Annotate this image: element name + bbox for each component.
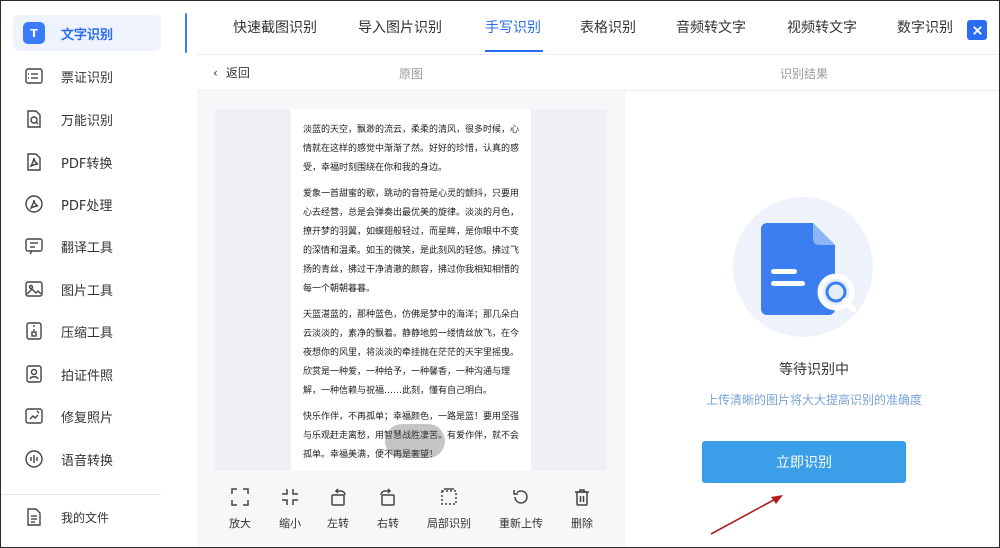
back-label: 返回 (225, 66, 250, 80)
reupload-button[interactable]: 重新上传 (499, 487, 543, 531)
tool-label: 左转 (327, 517, 349, 530)
sidebar-item-voice[interactable]: 语音转换 (13, 441, 161, 477)
sidebar-item-pdf-process[interactable]: PDF处理 (13, 186, 161, 222)
tool-label: 放大 (229, 517, 251, 530)
photo-repair-icon (23, 405, 45, 427)
sidebar-item-text-recognition[interactable]: T 文字识别 (13, 15, 161, 51)
original-image-label: 原图 (399, 67, 424, 81)
sidebar-scrollbar[interactable] (185, 13, 187, 53)
document-paragraph: 爱象一首甜蜜的歌，跳动的音符是心灵的颤抖，只要用心去经营，总是会弹奏出最优美的旋… (303, 189, 520, 294)
empty-state-illustration (733, 197, 873, 337)
chevron-left-icon: ‹ (213, 65, 218, 80)
tab-audio-to-text[interactable]: 音频转文字 (676, 17, 746, 37)
sidebar-item-id-photo[interactable]: 拍证件照 (13, 356, 161, 392)
translate-icon (23, 235, 45, 257)
tool-label: 重新上传 (499, 517, 543, 530)
sidebar-item-label: 拍证件照 (61, 368, 114, 384)
sidebar-item-pdf-convert[interactable]: PDF转换 (13, 144, 161, 180)
sidebar-item-photo-repair[interactable]: 修复照片 (13, 398, 161, 434)
zoom-out-icon (282, 489, 298, 505)
sidebar-item-label: 票证识别 (61, 70, 114, 86)
sidebar-item-my-files[interactable]: 我的文件 (13, 499, 161, 535)
sidebar-item-label: 图片工具 (61, 283, 114, 299)
text-recognition-icon: T (23, 22, 45, 44)
delete-icon (575, 489, 589, 506)
sidebar-item-translate[interactable]: 翻译工具 (13, 228, 161, 264)
sidebar-item-label: 压缩工具 (61, 325, 114, 341)
back-button[interactable]: ‹ 返回 (213, 64, 250, 81)
top-tab-bar: 快速截图识别 导入图片识别 手写识别 表格识别 音频转文字 视频转文字 数字识别 (197, 1, 999, 55)
annotation-arrow (710, 495, 783, 535)
sidebar-item-compress[interactable]: 压缩工具 (13, 313, 161, 349)
loading-overlay (385, 424, 445, 458)
delete-button[interactable]: 删除 (571, 487, 593, 531)
document-image: 淡蓝的天空，飘渺的流云，柔柔的清风，很多时候，心情就在这样的感觉中渐渐了然。好好… (291, 109, 531, 471)
zoom-out-button[interactable]: 缩小 (279, 487, 301, 531)
document-paragraph: 天蓝湛蓝的，那种蓝色，仿佛是梦中的海洋；那几朵白云淡淡的，素净的飘着。静静地剪一… (303, 310, 520, 396)
sidebar-divider (1, 494, 161, 495)
close-button[interactable] (967, 20, 987, 40)
rotate-left-icon (331, 488, 346, 506)
sidebar-item-label: PDF转换 (61, 156, 113, 172)
tab-digit[interactable]: 数字识别 (897, 17, 955, 37)
app-window: T 文字识别 票证识别 万能识别 PDF转换 PDF处理 翻译工具 图片工具 压… (0, 0, 1000, 548)
compress-icon (23, 320, 45, 342)
sidebar-item-universal[interactable]: 万能识别 (13, 101, 161, 137)
recognize-now-button[interactable]: 立即识别 (702, 441, 906, 483)
sidebar-item-label: PDF处理 (61, 198, 113, 214)
tool-label: 局部识别 (427, 517, 471, 530)
rotate-left-button[interactable]: 左转 (327, 487, 349, 531)
id-photo-icon (23, 363, 45, 385)
sidebar-item-image-tool[interactable]: 图片工具 (13, 271, 161, 307)
tab-video-to-text[interactable]: 视频转文字 (787, 17, 857, 37)
status-hint: 上传清晰的图片将大大提高识别的准确度 (705, 393, 922, 407)
ticket-icon (23, 65, 45, 87)
zoom-in-icon (231, 488, 249, 506)
tab-table[interactable]: 表格识别 (580, 17, 636, 37)
active-tab-indicator (485, 50, 543, 52)
partial-recognize-button[interactable]: 局部识别 (427, 487, 471, 531)
tool-label: 右转 (377, 517, 399, 530)
result-label: 识别结果 (780, 67, 829, 81)
reupload-icon (513, 490, 528, 504)
sidebar-item-label: 文字识别 (61, 27, 114, 43)
sidebar-item-ticket[interactable]: 票证识别 (13, 58, 161, 94)
sidebar-item-label: 万能识别 (61, 113, 114, 129)
tab-quick-screenshot[interactable]: 快速截图识别 (233, 17, 317, 37)
tool-label: 缩小 (279, 517, 301, 530)
close-icon (972, 25, 982, 35)
image-toolbar: 放大 缩小 左转 右转 局部识别 重新上传 删除 (215, 487, 607, 535)
sidebar-item-label: 修复照片 (61, 410, 114, 426)
voice-convert-icon (23, 448, 45, 470)
universal-scan-icon (23, 108, 45, 130)
sidebar-item-label: 翻译工具 (61, 240, 114, 256)
rotate-right-button[interactable]: 右转 (377, 487, 399, 531)
tab-import-image[interactable]: 导入图片识别 (358, 17, 442, 37)
tab-handwriting[interactable]: 手写识别 (485, 17, 541, 37)
crop-icon (441, 488, 457, 505)
sub-header: ‹ 返回 原图 识别结果 (197, 55, 999, 91)
sidebar: T 文字识别 票证识别 万能识别 PDF转换 PDF处理 翻译工具 图片工具 压… (1, 1, 187, 547)
tool-label: 删除 (571, 517, 593, 530)
pdf-convert-icon (23, 151, 45, 173)
pdf-process-icon (23, 193, 45, 215)
status-title: 等待识别中 (779, 362, 849, 378)
zoom-in-button[interactable]: 放大 (229, 487, 251, 531)
document-paragraph: 淡蓝的天空，飘渺的流云，柔柔的清风，很多时候，心情就在这样的感觉中渐渐了然。好好… (303, 125, 520, 173)
image-tool-icon (23, 278, 45, 300)
rotate-right-icon (380, 488, 395, 506)
document-search-icon (761, 223, 856, 315)
sidebar-item-label: 我的文件 (61, 510, 110, 525)
file-icon (23, 506, 45, 528)
sidebar-item-label: 语音转换 (61, 453, 114, 469)
